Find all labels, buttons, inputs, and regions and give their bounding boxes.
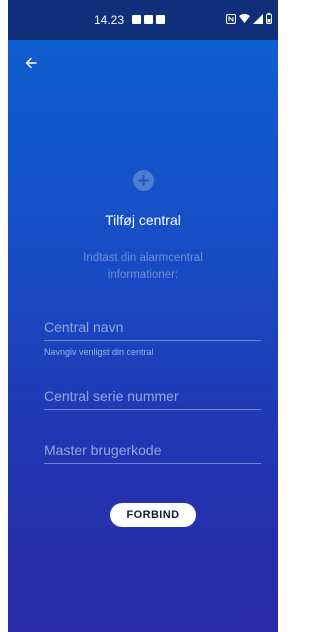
master-code-input[interactable] xyxy=(44,437,261,464)
arrow-left-icon xyxy=(25,57,37,69)
back-button[interactable] xyxy=(22,54,40,72)
battery-icon xyxy=(266,13,272,24)
status-time: 14.23 xyxy=(94,13,125,27)
notification-square-icon xyxy=(144,15,153,24)
add-central-button[interactable] xyxy=(133,170,154,191)
signal-icon xyxy=(253,13,263,24)
nfc-icon xyxy=(226,13,236,24)
status-icons xyxy=(226,13,272,24)
wifi-icon xyxy=(239,13,250,23)
central-name-input[interactable] xyxy=(44,314,261,341)
notification-square-icon xyxy=(132,15,141,24)
central-serial-input[interactable] xyxy=(44,383,261,410)
connect-button[interactable]: FORBIND xyxy=(110,503,196,527)
page-subtitle: Indtast din alarmcentral informationer: xyxy=(83,252,203,281)
status-bar: 14.23 xyxy=(8,0,278,40)
page-title: Tilføj central xyxy=(105,212,181,228)
gallery-icon xyxy=(156,15,165,26)
plus-circle-icon xyxy=(138,175,149,186)
phone-screen: 14.23 Tilføj central Indtast din alarmce… xyxy=(8,0,278,632)
central-name-helper: Navngiv venligst din central xyxy=(44,347,154,357)
